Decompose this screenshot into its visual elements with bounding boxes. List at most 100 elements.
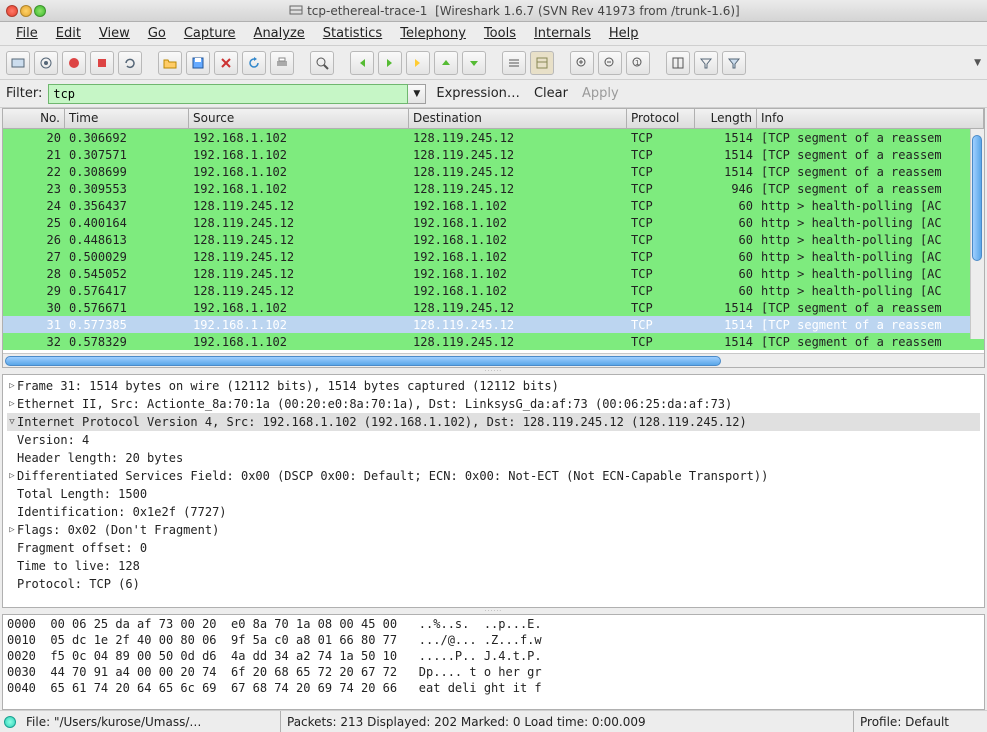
menu-internals[interactable]: Internals <box>526 24 599 43</box>
column-header-source[interactable]: Source <box>189 109 409 128</box>
packet-list-vscrollbar[interactable] <box>970 129 984 339</box>
stop-capture-button[interactable] <box>90 51 114 75</box>
menu-view[interactable]: View <box>91 24 138 43</box>
column-header-info[interactable]: Info <box>757 109 984 128</box>
expert-info-led-icon[interactable] <box>4 716 16 728</box>
window-maximize-button[interactable] <box>34 5 46 17</box>
statusbar-profile[interactable]: Profile: Default <box>853 711 983 732</box>
go-first-button[interactable] <box>434 51 458 75</box>
packet-bytes-pane[interactable]: 0000 00 06 25 da af 73 00 20 e0 8a 70 1a… <box>2 614 985 710</box>
packet-list-pane: No. Time Source Destination Protocol Len… <box>2 108 985 368</box>
zoom-in-button[interactable] <box>570 51 594 75</box>
details-ip-child[interactable]: ▷Differentiated Services Field: 0x00 (DS… <box>7 467 980 485</box>
packet-list-hscrollbar[interactable] <box>3 353 984 367</box>
hex-row[interactable]: 0000 00 06 25 da af 73 00 20 e0 8a 70 1a… <box>7 617 980 633</box>
expand-icon[interactable]: ▷ <box>7 471 17 481</box>
filter-input[interactable] <box>48 84 408 104</box>
packet-details-pane[interactable]: ▷Frame 31: 1514 bytes on wire (12112 bit… <box>2 374 985 608</box>
collapse-icon[interactable]: ▽ <box>7 417 17 427</box>
details-ethernet-row[interactable]: ▷Ethernet II, Src: Actionte_8a:70:1a (00… <box>7 395 980 413</box>
close-button[interactable] <box>214 51 238 75</box>
filter-expression-button[interactable]: Expression… <box>432 86 524 101</box>
capture-options-button[interactable] <box>34 51 58 75</box>
colorize-button[interactable] <box>502 51 526 75</box>
column-header-protocol[interactable]: Protocol <box>627 109 695 128</box>
menu-help[interactable]: Help <box>601 24 647 43</box>
details-ip-child[interactable]: Fragment offset: 0 <box>7 539 980 557</box>
menu-go[interactable]: Go <box>140 24 174 43</box>
details-ip-row[interactable]: ▽Internet Protocol Version 4, Src: 192.1… <box>7 413 980 431</box>
packet-row[interactable]: 200.306692192.168.1.102128.119.245.12TCP… <box>3 129 984 146</box>
interfaces-button[interactable] <box>6 51 30 75</box>
packet-row[interactable]: 270.500029128.119.245.12192.168.1.102TCP… <box>3 248 984 265</box>
menu-capture[interactable]: Capture <box>176 24 244 43</box>
go-back-button[interactable] <box>350 51 374 75</box>
menu-analyze[interactable]: Analyze <box>246 24 313 43</box>
go-to-packet-button[interactable] <box>406 51 430 75</box>
details-ip-child[interactable]: Header length: 20 bytes <box>7 449 980 467</box>
details-ip-child[interactable]: ▷Flags: 0x02 (Don't Fragment) <box>7 521 980 539</box>
details-ip-child[interactable]: Identification: 0x1e2f (7727) <box>7 503 980 521</box>
zoom-out-button[interactable] <box>598 51 622 75</box>
filter-clear-button[interactable]: Clear <box>530 86 572 101</box>
go-forward-button[interactable] <box>378 51 402 75</box>
packet-row[interactable]: 310.577385192.168.1.102128.119.245.12TCP… <box>3 316 984 333</box>
menu-statistics[interactable]: Statistics <box>315 24 390 43</box>
details-ip-child[interactable]: Version: 4 <box>7 431 980 449</box>
column-header-destination[interactable]: Destination <box>409 109 627 128</box>
packet-row[interactable]: 260.448613128.119.245.12192.168.1.102TCP… <box>3 231 984 248</box>
resize-columns-button[interactable] <box>666 51 690 75</box>
details-ip-child[interactable]: Time to live: 128 <box>7 557 980 575</box>
expand-icon[interactable]: ▷ <box>7 525 17 535</box>
window-minimize-button[interactable] <box>20 5 32 17</box>
packet-row[interactable]: 230.309553192.168.1.102128.119.245.12TCP… <box>3 180 984 197</box>
packet-row[interactable]: 240.356437128.119.245.12192.168.1.102TCP… <box>3 197 984 214</box>
menu-edit[interactable]: Edit <box>48 24 89 43</box>
packet-row[interactable]: 210.307571192.168.1.102128.119.245.12TCP… <box>3 146 984 163</box>
hex-row[interactable]: 0040 65 61 74 20 64 65 6c 69 67 68 74 20… <box>7 681 980 697</box>
filter-apply-button[interactable]: Apply <box>578 86 623 101</box>
start-capture-button[interactable] <box>62 51 86 75</box>
details-ip-child[interactable]: Total Length: 1500 <box>7 485 980 503</box>
details-frame-row[interactable]: ▷Frame 31: 1514 bytes on wire (12112 bit… <box>7 377 980 395</box>
open-button[interactable] <box>158 51 182 75</box>
packet-row[interactable]: 300.576671192.168.1.102128.119.245.12TCP… <box>3 299 984 316</box>
expand-icon[interactable]: ▷ <box>7 381 17 391</box>
filter-dropdown-button[interactable]: ▼ <box>408 84 426 104</box>
auto-scroll-button[interactable] <box>530 51 554 75</box>
hex-row[interactable]: 0020 f5 0c 04 89 00 50 0d d6 4a dd 34 a2… <box>7 649 980 665</box>
find-button[interactable] <box>310 51 334 75</box>
restart-capture-button[interactable] <box>118 51 142 75</box>
zoom-reset-icon: 1 <box>630 55 646 71</box>
hex-row[interactable]: 0010 05 dc 1e 2f 40 00 80 06 9f 5a c0 a8… <box>7 633 980 649</box>
column-header-no[interactable]: No. <box>3 109 65 128</box>
print-button[interactable] <box>270 51 294 75</box>
chevron-down-icon: ▼ <box>413 89 420 99</box>
expand-icon[interactable]: ▷ <box>7 399 17 409</box>
column-header-time[interactable]: Time <box>65 109 189 128</box>
toolbar-overflow-icon[interactable]: ▼ <box>974 58 981 68</box>
capture-filters-button[interactable] <box>694 51 718 75</box>
menu-tools[interactable]: Tools <box>476 24 524 43</box>
filter-icon <box>698 55 714 71</box>
display-filters-button[interactable] <box>722 51 746 75</box>
packet-row[interactable]: 290.576417128.119.245.12192.168.1.102TCP… <box>3 282 984 299</box>
window-close-button[interactable] <box>6 5 18 17</box>
packet-list-body[interactable]: 200.306692192.168.1.102128.119.245.12TCP… <box>3 129 984 353</box>
hex-row[interactable]: 0030 44 70 91 a4 00 00 20 74 6f 20 68 65… <box>7 665 980 681</box>
packet-row[interactable]: 250.400164128.119.245.12192.168.1.102TCP… <box>3 214 984 231</box>
go-last-button[interactable] <box>462 51 486 75</box>
packet-row[interactable]: 220.308699192.168.1.102128.119.245.12TCP… <box>3 163 984 180</box>
packet-row[interactable]: 320.578329192.168.1.102128.119.245.12TCP… <box>3 333 984 350</box>
menu-telephony[interactable]: Telephony <box>392 24 474 43</box>
column-header-length[interactable]: Length <box>695 109 757 128</box>
svg-text:1: 1 <box>635 59 639 67</box>
details-ip-child[interactable]: Protocol: TCP (6) <box>7 575 980 593</box>
zoom-in-icon <box>574 55 590 71</box>
save-button[interactable] <box>186 51 210 75</box>
menu-file[interactable]: File <box>8 24 46 43</box>
start-icon <box>66 55 82 71</box>
zoom-reset-button[interactable]: 1 <box>626 51 650 75</box>
packet-row[interactable]: 280.545052128.119.245.12192.168.1.102TCP… <box>3 265 984 282</box>
reload-button[interactable] <box>242 51 266 75</box>
